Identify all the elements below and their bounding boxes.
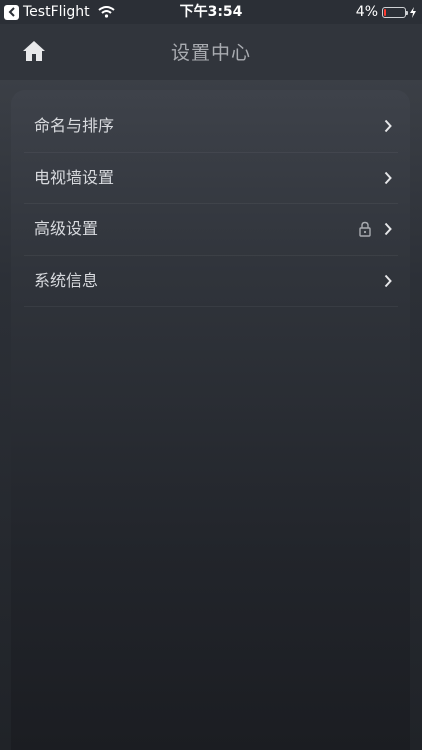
settings-item-label: 系统信息 bbox=[34, 270, 99, 290]
chevron-right-icon bbox=[384, 274, 392, 287]
status-right: 4% bbox=[356, 3, 416, 21]
settings-item-label: 命名与排序 bbox=[34, 116, 115, 135]
settings-item-system-info[interactable]: 系统信息 bbox=[24, 256, 398, 307]
home-icon bbox=[23, 41, 45, 61]
page-title: 设置中心 bbox=[170, 42, 251, 64]
charging-bolt-icon bbox=[410, 6, 416, 18]
nav-bar: 设置中心 bbox=[0, 24, 422, 80]
settings-item-naming-sorting[interactable]: 命名与排序 bbox=[24, 101, 398, 153]
settings-item-advanced[interactable]: 高级设置 bbox=[24, 204, 398, 256]
status-bar: TestFlight 下午3:54 4% bbox=[0, 0, 422, 24]
home-button[interactable] bbox=[22, 40, 46, 62]
settings-item-label: 电视墙设置 bbox=[34, 167, 115, 187]
battery-percent: 4% bbox=[355, 4, 378, 20]
chevron-right-icon bbox=[384, 171, 392, 184]
chevron-right-icon bbox=[384, 119, 392, 133]
settings-list: 命名与排序 电视墙设置 高级设置 系统信息 bbox=[24, 101, 398, 307]
settings-item-tv-wall[interactable]: 电视墙设置 bbox=[24, 153, 398, 204]
lock-icon bbox=[359, 221, 371, 237]
settings-item-label: 高级设置 bbox=[34, 219, 99, 238]
battery-icon bbox=[382, 6, 408, 18]
battery-fill bbox=[384, 8, 387, 16]
chevron-right-icon bbox=[384, 222, 392, 236]
